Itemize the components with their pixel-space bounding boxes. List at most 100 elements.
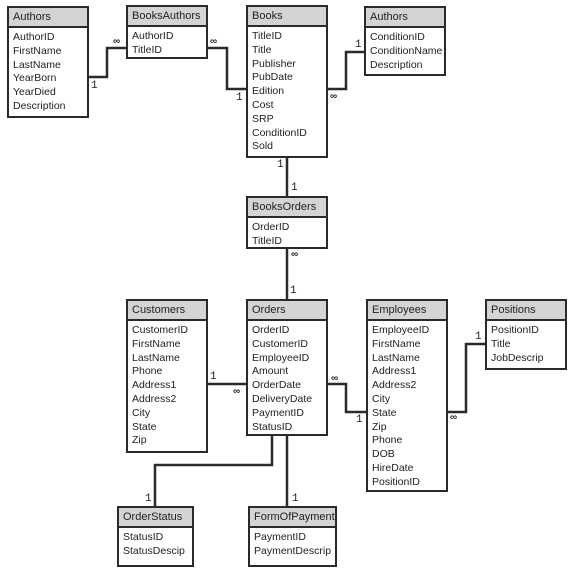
- cardinality-one: 1: [291, 182, 298, 194]
- field: OrderID: [252, 221, 290, 233]
- field: PaymentID: [254, 531, 306, 543]
- table-positions[interactable]: Positions PositionID Title JobDescrip: [485, 299, 567, 370]
- field-list: AuthorID TitleID: [128, 27, 206, 61]
- field: ConditionID: [252, 126, 307, 139]
- field: StatusDescip: [123, 544, 185, 557]
- field: PubDate: [252, 71, 293, 84]
- field: City: [132, 406, 151, 419]
- field: Zip: [132, 434, 147, 447]
- table-order-status[interactable]: OrderStatus StatusID StatusDescip: [117, 506, 194, 567]
- field: OrderDate: [252, 379, 302, 392]
- field-list: ConditionID ConditionName Description: [366, 28, 444, 75]
- field: Amount: [252, 365, 289, 378]
- table-orders[interactable]: Orders OrderID CustomerID EmployeeID Amo…: [246, 299, 328, 436]
- cardinality-one: 1: [91, 80, 98, 92]
- field: StatusID: [252, 420, 293, 433]
- field: DOB: [372, 448, 395, 461]
- link-books-conditions: [327, 50, 364, 91]
- er-diagram: Authors AuthorID FirstName LastName Year…: [0, 0, 576, 572]
- field: LastName: [132, 351, 180, 364]
- field: OrderID: [252, 324, 290, 336]
- field: PositionID: [372, 475, 420, 488]
- field: FirstName: [372, 337, 421, 350]
- field: State: [372, 406, 397, 419]
- field: PositionID: [491, 324, 539, 336]
- cardinality-one: 1: [475, 331, 482, 343]
- table-title: BooksAuthors: [128, 7, 206, 27]
- table-title: Employees: [368, 301, 446, 321]
- field: State: [132, 420, 157, 433]
- field-list: OrderID TitleID: [248, 218, 326, 252]
- field: CustomerID: [132, 324, 189, 336]
- field: YearBorn: [13, 72, 57, 85]
- table-books-authors[interactable]: BooksAuthors AuthorID TitleID: [126, 5, 208, 59]
- field: JobDescrip: [491, 351, 544, 364]
- link-booksauthors-books: [207, 46, 246, 91]
- cardinality-one: 1: [355, 39, 362, 51]
- table-books-orders[interactable]: BooksOrders OrderID TitleID: [246, 196, 328, 249]
- cardinality-many: ∞: [331, 373, 338, 384]
- table-employees[interactable]: Employees EmployeeID FirstName LastName …: [366, 299, 448, 492]
- table-title: Orders: [248, 301, 326, 321]
- field: ConditionName: [370, 44, 443, 57]
- table-form-of-payment[interactable]: FormOfPayment PaymentID PaymentDescrip: [248, 506, 337, 567]
- field: Address2: [372, 379, 417, 392]
- field: City: [372, 392, 391, 405]
- field: AuthorID: [132, 30, 174, 42]
- table-title: FormOfPayment: [250, 508, 335, 528]
- cardinality-many: ∞: [330, 91, 337, 102]
- field-list: CustomerID FirstName LastName Phone Addr…: [128, 321, 206, 451]
- field: Address2: [132, 392, 177, 405]
- field: DeliveryDate: [252, 392, 313, 405]
- field-list: PaymentID PaymentDescrip: [250, 528, 335, 562]
- cardinality-one: 1: [145, 493, 152, 505]
- field-list: PositionID Title JobDescrip: [487, 321, 565, 368]
- link-authors-booksauthors: [88, 46, 126, 79]
- field: Publisher: [252, 57, 296, 70]
- field: ConditionID: [370, 31, 425, 43]
- field: Title: [491, 337, 511, 350]
- cardinality-one: 1: [277, 159, 284, 171]
- field: Description: [13, 99, 66, 112]
- table-title: Books: [248, 7, 326, 27]
- field-list: AuthorID FirstName LastName YearBorn Yea…: [9, 28, 87, 117]
- table-title: BooksOrders: [248, 198, 326, 218]
- field: LastName: [372, 351, 420, 364]
- field: HireDate: [372, 461, 414, 474]
- table-conditions[interactable]: Authors ConditionID ConditionName Descri…: [364, 6, 446, 76]
- cardinality-many: ∞: [113, 36, 120, 47]
- field: CustomerID: [252, 337, 309, 350]
- cardinality-one: 1: [210, 371, 217, 383]
- field: Address1: [372, 365, 417, 378]
- cardinality-many: ∞: [291, 249, 298, 260]
- cardinality-one: 1: [290, 285, 297, 297]
- field: TitleID: [132, 43, 162, 56]
- table-title: Customers: [128, 301, 206, 321]
- field: Phone: [132, 365, 163, 378]
- cardinality-one: 1: [292, 493, 299, 505]
- table-books[interactable]: Books TitleID Title Publisher PubDate Ed…: [246, 5, 328, 158]
- field: YearDied: [13, 86, 56, 99]
- field: Phone: [372, 434, 403, 447]
- field: SRP: [252, 112, 274, 125]
- field: FirstName: [13, 44, 62, 57]
- field: Cost: [252, 98, 274, 111]
- field-list: StatusID StatusDescip: [119, 528, 192, 562]
- field: AuthorID: [13, 31, 55, 43]
- table-customers[interactable]: Customers CustomerID FirstName LastName …: [126, 299, 208, 453]
- table-authors[interactable]: Authors AuthorID FirstName LastName Year…: [7, 6, 89, 118]
- cardinality-many: ∞: [233, 386, 240, 397]
- link-orders-employees: [327, 382, 366, 414]
- field: Edition: [252, 85, 285, 98]
- cardinality-one: 1: [356, 414, 363, 426]
- field: EmployeeID: [372, 324, 430, 336]
- link-employees-positions: [447, 342, 485, 414]
- field: PaymentID: [252, 406, 304, 419]
- field: Sold: [252, 140, 274, 153]
- field-list: EmployeeID FirstName LastName Address1 A…: [368, 321, 446, 493]
- field: Description: [370, 58, 423, 71]
- field-list: TitleID Title Publisher PubDate Edition …: [248, 27, 326, 157]
- field: Title: [252, 43, 272, 56]
- table-title: OrderStatus: [119, 508, 192, 528]
- field: EmployeeID: [252, 351, 310, 364]
